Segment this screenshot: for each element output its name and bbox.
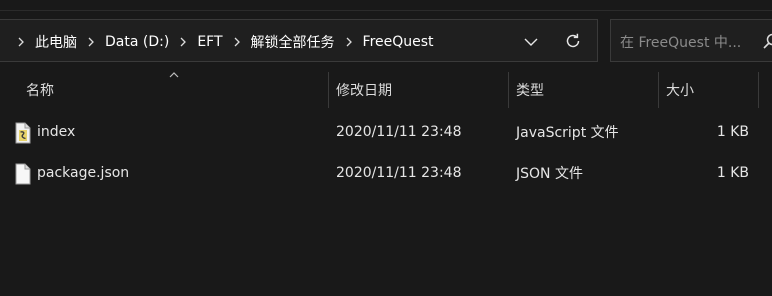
column-divider[interactable] (758, 72, 759, 108)
column-divider[interactable] (658, 72, 659, 108)
column-divider[interactable] (328, 72, 329, 108)
chevron-right-icon[interactable] (175, 34, 191, 50)
search-box[interactable]: 在 FreeQuest 中... (610, 19, 772, 62)
search-icon[interactable] (762, 32, 772, 50)
chevron-right-icon[interactable] (341, 34, 357, 50)
column-header-modified[interactable]: 修改日期 (336, 70, 392, 110)
file-modified: 2020/11/11 23:48 (336, 165, 462, 181)
divider (0, 10, 772, 11)
breadcrumb-item-this-pc[interactable]: 此电脑 (31, 32, 81, 52)
blank-file-icon (14, 163, 32, 185)
breadcrumb-item-unlock-all-quests[interactable]: 解锁全部任务 (247, 32, 339, 52)
javascript-file-icon (14, 122, 32, 144)
refresh-icon[interactable] (562, 30, 584, 52)
column-headers: 名称 修改日期 类型 大小 (0, 70, 772, 110)
chevron-right-icon[interactable] (13, 34, 29, 50)
column-header-size[interactable]: 大小 (666, 70, 694, 110)
file-name: index (37, 124, 76, 140)
address-bar[interactable]: 此电脑 Data (D:) EFT 解锁全部任务 FreeQuest (0, 19, 598, 62)
column-divider[interactable] (508, 72, 509, 108)
sort-ascending-icon (169, 72, 179, 78)
search-input[interactable]: 在 FreeQuest 中... (620, 32, 741, 52)
breadcrumb: 此电脑 Data (D:) EFT 解锁全部任务 FreeQuest (11, 20, 438, 63)
file-name: package.json (37, 165, 130, 181)
file-row[interactable]: package.json 2020/11/11 23:48 JSON 文件 1 … (0, 153, 772, 193)
file-modified: 2020/11/11 23:48 (336, 124, 462, 140)
file-size: 1 KB (716, 124, 749, 140)
chevron-right-icon[interactable] (83, 34, 99, 50)
column-header-type[interactable]: 类型 (516, 70, 544, 110)
chevron-right-icon[interactable] (229, 34, 245, 50)
column-header-name[interactable]: 名称 (26, 70, 54, 110)
breadcrumb-item-eft[interactable]: EFT (193, 34, 226, 50)
breadcrumb-item-freequest[interactable]: FreeQuest (359, 34, 438, 50)
file-size: 1 KB (716, 165, 749, 181)
breadcrumb-item-data-drive[interactable]: Data (D:) (101, 34, 173, 50)
chevron-down-icon[interactable] (521, 32, 541, 52)
file-type: JavaScript 文件 (516, 125, 619, 141)
file-type: JSON 文件 (516, 166, 583, 182)
file-row[interactable]: index 2020/11/11 23:48 JavaScript 文件 1 K… (0, 112, 772, 152)
